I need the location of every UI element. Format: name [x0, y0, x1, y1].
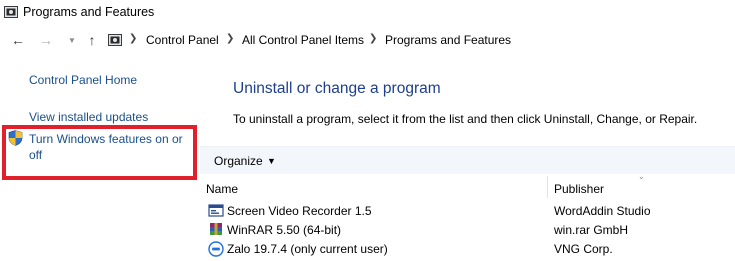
forward-arrow-icon[interactable]: → — [37, 31, 55, 49]
program-name: Screen Video Recorder 1.5 — [227, 204, 372, 218]
up-arrow-icon[interactable]: ↑ — [83, 31, 101, 49]
table-row[interactable]: WinRAR 5.50 (64-bit) win.rar GmbH — [200, 220, 735, 240]
program-name: WinRAR 5.50 (64-bit) — [227, 223, 342, 237]
control-panel-home-link[interactable]: Control Panel Home — [29, 73, 137, 87]
recent-locations-chevron-icon[interactable]: ▼ — [63, 31, 81, 49]
column-divider[interactable] — [547, 176, 548, 198]
table-row[interactable]: Zalo 19.7.4 (only current user) VNG Corp… — [200, 239, 735, 259]
screen-recorder-icon — [208, 204, 224, 217]
winrar-icon — [210, 223, 222, 235]
uac-shield-icon — [8, 130, 23, 146]
page-heading: Uninstall or change a program — [233, 80, 441, 97]
breadcrumb-control-panel[interactable]: Control Panel — [146, 33, 219, 47]
back-arrow-icon[interactable]: ← — [9, 31, 27, 49]
window-title: Programs and Features — [23, 5, 155, 19]
command-toolbar: Organize ▼ — [200, 146, 735, 174]
breadcrumb-all-items[interactable]: All Control Panel Items — [242, 33, 364, 47]
program-publisher: VNG Corp. — [554, 242, 613, 256]
address-control-panel-icon — [108, 34, 122, 46]
program-name: Zalo 19.7.4 (only current user) — [227, 242, 388, 256]
breadcrumb-programs-and-features[interactable]: Programs and Features — [385, 33, 511, 47]
column-header-publisher[interactable]: Publisher — [554, 182, 604, 196]
control-panel-icon — [4, 6, 18, 18]
breadcrumb-separator-icon[interactable]: ❯ — [369, 33, 377, 44]
program-publisher: WordAddin Studio — [554, 204, 651, 218]
organize-button[interactable]: Organize — [214, 154, 263, 168]
organize-dropdown-icon[interactable]: ▼ — [267, 156, 276, 166]
view-installed-updates-link[interactable]: View installed updates — [29, 110, 148, 124]
program-publisher: win.rar GmbH — [554, 223, 629, 237]
breadcrumb-separator-icon[interactable]: ❯ — [226, 33, 234, 44]
turn-windows-features-link[interactable]: Turn Windows features on or off — [29, 131, 194, 163]
page-description: To uninstall a program, select it from t… — [233, 112, 698, 126]
sort-chevron-icon: ⌄ — [638, 172, 645, 181]
title-bar: Programs and Features — [0, 0, 735, 26]
column-header-name[interactable]: Name — [206, 182, 238, 196]
table-row[interactable]: Screen Video Recorder 1.5 WordAddin Stud… — [200, 201, 735, 221]
programs-and-features-window: Programs and Features ← → ▼ ↑ ❯ Control … — [0, 0, 735, 261]
zalo-icon — [208, 241, 224, 257]
breadcrumb-separator-icon[interactable]: ❯ — [129, 33, 137, 44]
